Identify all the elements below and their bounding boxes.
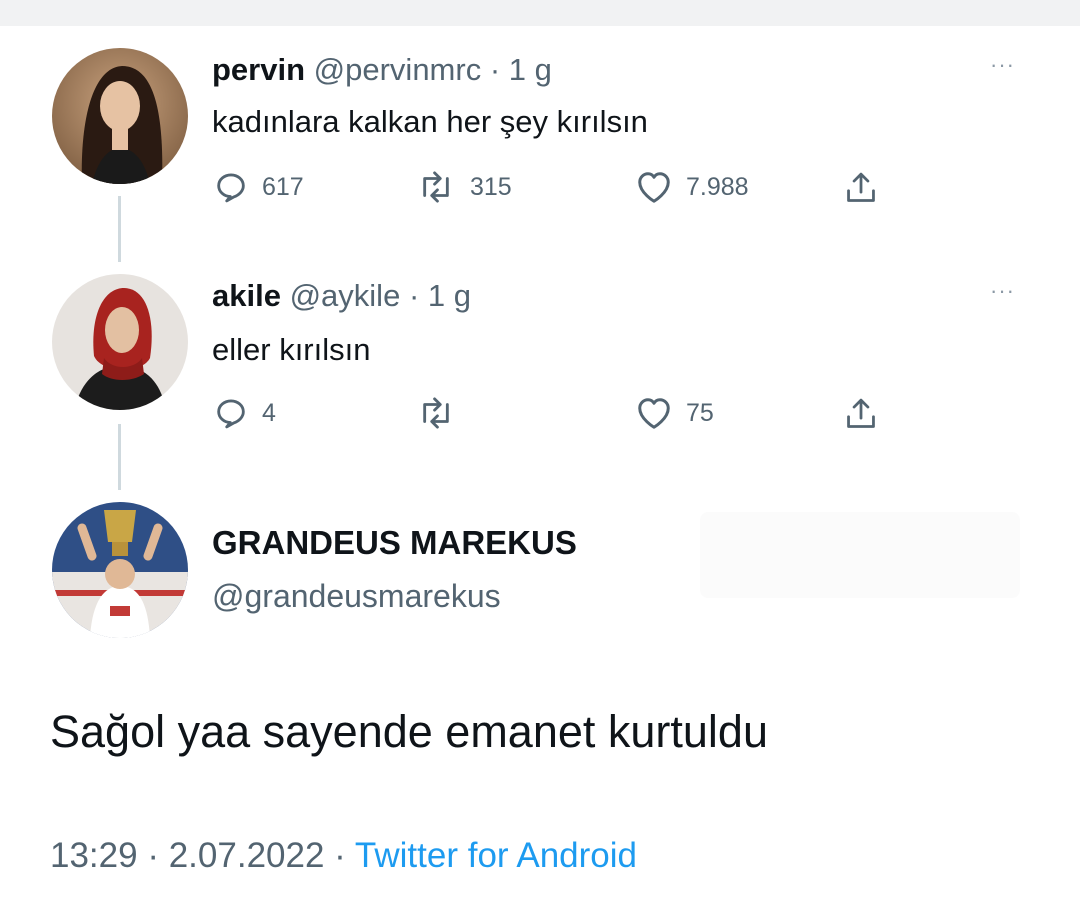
avatar-pervin[interactable] <box>52 48 188 184</box>
tweet2-text: eller kırılsın <box>212 332 371 367</box>
share-icon <box>844 170 878 206</box>
tweet1-author-handle[interactable]: @pervinmrc <box>314 52 482 87</box>
meta-separator-2: · <box>334 836 346 875</box>
heart-icon <box>636 170 672 204</box>
thread-line-1 <box>118 196 121 262</box>
tweet1-text: kadınlara kalkan her şey kırılsın <box>212 104 648 139</box>
avatar-akile[interactable] <box>52 274 188 410</box>
tweet1-like-button[interactable]: 7.988 <box>636 170 749 204</box>
main-author-handle[interactable]: @grandeusmarekus <box>212 578 501 615</box>
tweet2-share-button[interactable] <box>844 396 878 432</box>
main-tweet-source[interactable]: Twitter for Android <box>355 836 637 875</box>
tweet1-separator: · <box>489 52 501 87</box>
meta-separator-1: · <box>147 836 159 875</box>
tweet2-retweet-button[interactable] <box>416 396 470 430</box>
retweet-icon <box>416 170 456 204</box>
tweet2-more-icon[interactable]: ··· <box>990 278 1015 304</box>
share-icon <box>844 396 878 432</box>
tweet1-more-icon[interactable]: ··· <box>990 52 1015 78</box>
tweet2-reply-count: 4 <box>262 398 276 427</box>
retweet-icon <box>416 396 456 430</box>
main-author-name[interactable]: GRANDEUS MAREKUS <box>212 524 577 562</box>
avatar-grandeus[interactable] <box>52 502 188 638</box>
tweet2-reply-button[interactable]: 4 <box>214 396 276 430</box>
tweet2-timestamp[interactable]: 1 g <box>428 278 471 313</box>
tweet2-like-button[interactable]: 75 <box>636 396 714 430</box>
tweet1-reply-button[interactable]: 617 <box>214 170 304 204</box>
tweet1-author-name[interactable]: pervin <box>212 52 305 87</box>
heart-icon <box>636 396 672 430</box>
tweet2-author-name[interactable]: akile <box>212 278 281 313</box>
redacted-area <box>700 512 1020 598</box>
main-tweet-text: Sağol yaa sayende emanet kurtuldu <box>50 706 768 757</box>
tweet1-header: pervin @pervinmrc · 1 g <box>212 52 552 88</box>
tweet2-header: akile @aykile · 1 g <box>212 278 471 314</box>
main-tweet-meta: 13:29 · 2.07.2022 · Twitter for Android <box>50 836 637 876</box>
tweet2-author-handle[interactable]: @aykile <box>290 278 401 313</box>
reply-icon <box>214 396 248 430</box>
tweet1-like-count: 7.988 <box>686 172 749 201</box>
main-tweet-time[interactable]: 13:29 <box>50 836 138 875</box>
tweet1-share-button[interactable] <box>844 170 878 206</box>
tweet1-retweet-count: 315 <box>470 172 512 201</box>
tweet1-reply-count: 617 <box>262 172 304 201</box>
tweet2-separator: · <box>408 278 420 313</box>
tweet2-like-count: 75 <box>686 398 714 427</box>
thread-line-2 <box>118 424 121 490</box>
tweet1-timestamp[interactable]: 1 g <box>509 52 552 87</box>
main-tweet-date[interactable]: 2.07.2022 <box>169 836 325 875</box>
top-strip <box>0 0 1080 26</box>
tweet1-retweet-button[interactable]: 315 <box>416 170 512 204</box>
reply-icon <box>214 170 248 204</box>
